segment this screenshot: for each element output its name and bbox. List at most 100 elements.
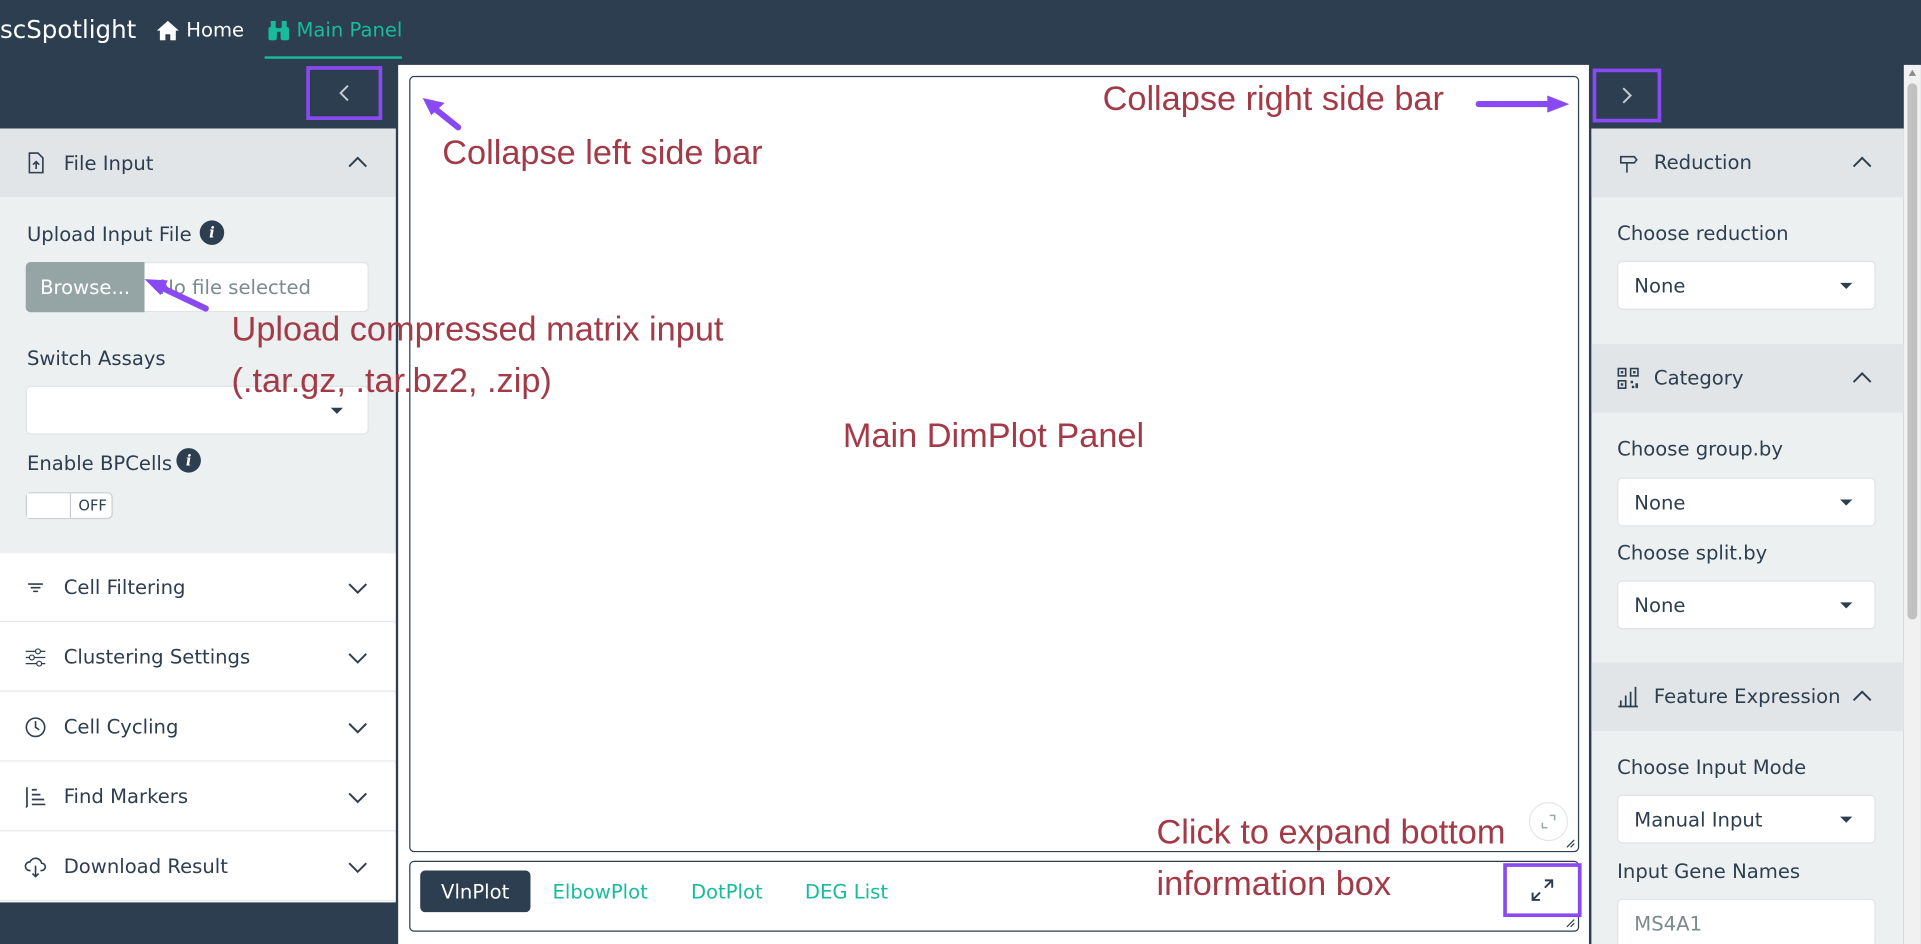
accordion-clustering-settings[interactable]: Clustering Settings: [0, 623, 396, 692]
accordion-find-markers[interactable]: Find Markers: [0, 762, 396, 832]
tab-dotplot[interactable]: DotPlot: [670, 871, 783, 913]
choose-split-by-value: None: [1634, 593, 1686, 618]
sliders-icon: [25, 648, 46, 667]
sort-bars-icon: [25, 787, 46, 808]
accordion-download-result[interactable]: Download Result: [0, 832, 396, 902]
info-icon[interactable]: i: [176, 448, 201, 473]
accordion-file-input-header[interactable]: File Input: [0, 128, 396, 198]
choose-split-by-label: Choose split.by: [1617, 541, 1768, 565]
choose-reduction-label: Choose reduction: [1617, 221, 1789, 245]
accordion-feature-expression-header[interactable]: Feature Expression: [1591, 662, 1904, 731]
accordion-label: Clustering Settings: [63, 645, 251, 669]
plot-fullscreen-button[interactable]: [1528, 801, 1569, 842]
choose-group-by-label: Choose group.by: [1617, 437, 1783, 461]
signpost-icon: [1620, 155, 1638, 173]
tab-vlnplot[interactable]: VlnPlot: [420, 870, 531, 913]
gene-names-input[interactable]: MS4A1: [1617, 898, 1876, 944]
collapse-left-sidebar-button[interactable]: [306, 66, 383, 120]
active-nav-indicator: [264, 56, 402, 59]
nav-home-label: Home: [186, 18, 245, 42]
accordion-category-label: Category: [1653, 366, 1744, 390]
accordion-cell-cycling[interactable]: Cell Cycling: [0, 693, 396, 762]
right-sidebar: Reduction Choose reduction None Category…: [1591, 128, 1904, 944]
cloud-download-icon: [24, 857, 47, 878]
choose-group-by-value: None: [1634, 490, 1686, 515]
bpcells-toggle[interactable]: OFF: [25, 492, 113, 520]
annotation-collapse-right: Collapse right side bar: [1102, 79, 1444, 118]
clock-icon: [25, 717, 46, 738]
binoculars-icon: [268, 20, 290, 40]
expand-bottom-box-button[interactable]: [1503, 863, 1582, 918]
expand-icon: [1531, 879, 1554, 901]
choose-split-by-select[interactable]: None: [1617, 580, 1876, 630]
accordion-file-input-label: File Input: [63, 151, 154, 175]
accordion-reduction-header[interactable]: Reduction: [1591, 128, 1904, 198]
accordion-reduction-label: Reduction: [1653, 150, 1752, 174]
chevron-up-icon: [1852, 372, 1872, 383]
scrollbar-thumb[interactable]: [1907, 83, 1918, 620]
chevron-down-icon: [348, 653, 367, 664]
chevron-down-icon: [348, 583, 367, 594]
expand-corner-icon: [1541, 814, 1556, 829]
annotation-upload-line2: (.tar.gz, .tar.bz2, .zip): [231, 361, 552, 400]
left-sidebar: File Input Upload Input File i Browse...…: [0, 128, 396, 903]
info-icon[interactable]: i: [199, 220, 225, 245]
annotation-collapse-left: Collapse left side bar: [442, 133, 763, 172]
resize-handle-icon[interactable]: [1566, 918, 1576, 928]
accordion-cell-filtering[interactable]: Cell Filtering: [0, 553, 396, 622]
chevron-left-icon: [339, 85, 349, 102]
top-navbar: scSpotlight Home Main Panel: [0, 0, 1921, 60]
scroll-up-icon[interactable]: [1908, 69, 1917, 76]
accordion-label: Find Markers: [63, 784, 189, 809]
caret-down-icon: [1840, 499, 1853, 506]
choose-reduction-value: None: [1634, 274, 1686, 298]
app-brand[interactable]: scSpotlight: [0, 15, 136, 44]
qr-code-icon: [1617, 367, 1639, 389]
chevron-up-icon: [1852, 690, 1872, 702]
home-icon: [156, 20, 179, 40]
switch-assays-label: Switch Assays: [26, 346, 166, 370]
app-root: scSpotlight Home Main Panel File Input U…: [0, 0, 1921, 944]
chevron-up-icon: [348, 156, 367, 168]
caret-down-icon: [1840, 282, 1853, 289]
input-gene-names-label: Input Gene Names: [1617, 859, 1801, 883]
dimplot-panel: [409, 75, 1580, 853]
caret-down-icon: [1840, 602, 1853, 609]
accordion-category-header[interactable]: Category: [1591, 344, 1904, 413]
chevron-down-icon: [348, 862, 367, 874]
tab-deg-list[interactable]: DEG List: [784, 871, 909, 913]
chevron-up-icon: [1852, 156, 1872, 168]
enable-bpcells-label: Enable BPCells: [26, 451, 173, 476]
nav-main-panel-label: Main Panel: [296, 18, 403, 42]
annotation-expand-line2: information box: [1156, 864, 1392, 903]
accordion-feature-expression-label: Feature Expression: [1653, 684, 1841, 708]
annotation-expand-line1: Click to expand bottom: [1156, 813, 1506, 851]
accordion-label: Cell Filtering: [63, 575, 186, 599]
accordion-label: Cell Cycling: [63, 715, 179, 739]
caret-down-icon: [330, 407, 344, 414]
choose-reduction-select[interactable]: None: [1617, 260, 1876, 310]
chevron-right-icon: [1622, 87, 1632, 104]
choose-group-by-select[interactable]: None: [1617, 477, 1876, 527]
tab-elbowplot[interactable]: ElbowPlot: [532, 871, 669, 913]
annotation-upload-line1: Upload compressed matrix input: [231, 309, 724, 348]
filter-icon: [28, 583, 43, 593]
resize-handle-icon[interactable]: [1566, 839, 1576, 849]
choose-input-mode-label: Choose Input Mode: [1617, 755, 1807, 779]
chevron-down-icon: [348, 722, 367, 734]
upload-input-label: Upload Input File: [26, 222, 192, 247]
choose-input-mode-value: Manual Input: [1634, 808, 1763, 832]
collapse-right-sidebar-button[interactable]: [1592, 68, 1662, 123]
toggle-knob: [26, 493, 72, 518]
browse-button[interactable]: Browse...: [25, 262, 145, 313]
chevron-down-icon: [348, 792, 367, 804]
annotation-main-panel: Main DimPlot Panel: [842, 416, 1145, 455]
toggle-state-label: OFF: [78, 497, 107, 515]
bar-chart-icon: [1618, 686, 1638, 708]
accordion-label: Download Result: [63, 854, 228, 878]
nav-main-panel[interactable]: Main Panel: [268, 18, 403, 42]
choose-input-mode-select[interactable]: Manual Input: [1617, 794, 1876, 844]
file-upload-icon: [28, 152, 44, 174]
nav-home[interactable]: Home: [156, 18, 245, 42]
caret-down-icon: [1840, 816, 1853, 823]
